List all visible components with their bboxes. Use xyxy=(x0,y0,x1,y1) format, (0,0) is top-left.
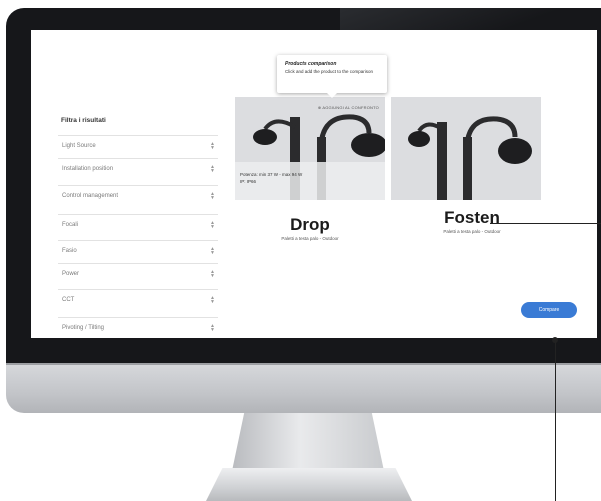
filter-label: Fasio xyxy=(62,248,77,254)
sort-arrows-icon: ▲ ▼ xyxy=(210,191,215,201)
monitor-screen: Filtra i risultati Light Source ▲ ▼ Insta… xyxy=(31,30,597,338)
product-card-fosten[interactable] xyxy=(391,97,541,200)
tooltip-title: Products comparison xyxy=(285,61,337,67)
monitor-chin-edge xyxy=(6,363,601,365)
filter-title: Filtra i risultati xyxy=(61,117,106,124)
filter-label: Pivoting / Tilting xyxy=(62,325,105,331)
product-subtitle-drop: Paletti a testa palo - Outdoor xyxy=(281,236,339,241)
product-card-drop[interactable]: ⊕ AGGIUNGI AL CONFRONTO Potenza: min 37 … xyxy=(235,97,385,200)
product-name-fosten[interactable]: Fosten xyxy=(397,208,547,228)
filter-label: Focali xyxy=(62,222,79,228)
sort-arrows-icon: ▲ ▼ xyxy=(210,269,215,279)
filter-label: Installation position xyxy=(62,166,114,172)
filter-light-source[interactable]: Light Source ▲ ▼ xyxy=(58,135,218,156)
sort-arrows-icon: ▲ ▼ xyxy=(210,164,215,174)
sort-arrows-icon: ▲ ▼ xyxy=(210,295,215,305)
product-info-overlay: Potenza: min 37 W - max 94 W IP: IP66 xyxy=(235,162,385,200)
monitor-stand xyxy=(232,413,384,471)
product-ip: IP: IP66 xyxy=(240,179,257,184)
filter-power[interactable]: Power ▲ ▼ xyxy=(58,263,218,284)
filter-label: Power xyxy=(62,271,80,277)
filter-cct[interactable]: CCT ▲ ▼ xyxy=(58,289,218,310)
filter-pivoting-tilting[interactable]: Pivoting / Tilting ▲ ▼ xyxy=(58,317,218,338)
product-subtitle-fosten: Paletti a testa palo - Outdoor xyxy=(443,229,501,234)
product-power: Potenza: min 37 W - max 94 W xyxy=(240,172,303,177)
add-compare-label: AGGIUNGI AL CONFRONTO xyxy=(322,105,379,110)
filter-label: Control management xyxy=(62,193,119,199)
compare-button[interactable]: Compare xyxy=(521,302,577,318)
filter-label: CCT xyxy=(62,297,75,303)
monitor-stand-base xyxy=(206,468,412,501)
sort-arrows-icon: ▲ ▼ xyxy=(210,246,215,256)
filter-control-management[interactable]: Control management ▲ ▼ xyxy=(58,185,218,206)
callout-line-compare xyxy=(555,340,556,501)
sort-arrows-icon: ▲ ▼ xyxy=(210,323,215,333)
filter-focali[interactable]: Focali ▲ ▼ xyxy=(58,214,218,235)
filter-label: Light Source xyxy=(62,143,96,149)
filter-installation-position[interactable]: Installation position ▲ ▼ xyxy=(58,158,218,179)
sort-arrows-icon: ▲ ▼ xyxy=(210,141,215,151)
add-to-compare-link[interactable]: ⊕ AGGIUNGI AL CONFRONTO xyxy=(318,105,379,110)
lamp-image xyxy=(408,116,532,200)
callout-line-product-name xyxy=(490,223,601,224)
monitor-chin xyxy=(6,363,601,413)
tooltip-text: Click and add the product to the compari… xyxy=(285,69,374,74)
product-name-drop[interactable]: Drop xyxy=(235,215,385,235)
filter-fasio[interactable]: Fasio ▲ ▼ xyxy=(58,240,218,261)
comparison-tooltip: Products comparison Click and add the pr… xyxy=(277,55,387,98)
sort-arrows-icon: ▲ ▼ xyxy=(210,220,215,230)
